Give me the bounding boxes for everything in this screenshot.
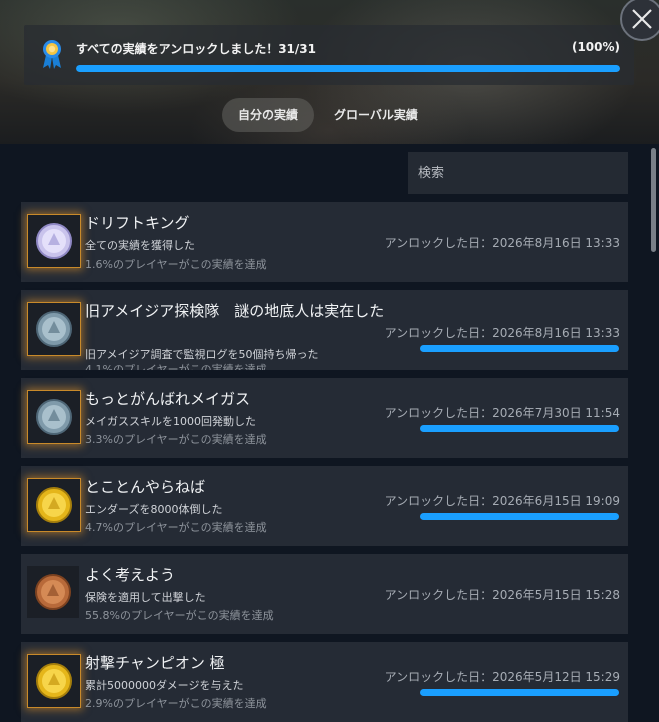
achievement-item[interactable]: よく考えよう 保険を適用して出撃した 55.8%のプレイヤーがこの実績を達成 ア…	[21, 554, 628, 634]
achievements-header: すべての実績をアンロックしました！31/31 (100%) 自分の実績 グローバ…	[0, 0, 659, 144]
achievement-progress-bar	[420, 345, 619, 352]
achievement-item[interactable]: ドリフトキング 全ての実績を獲得した 1.6%のプレイヤーがこの実績を達成 アン…	[21, 202, 628, 282]
achievement-title: もっとがんばれメイガス	[85, 390, 251, 408]
achievement-global-percent: 2.9%のプレイヤーがこの実績を達成	[85, 697, 267, 710]
overall-progress-bar	[76, 65, 620, 72]
overall-progress-text: すべての実績をアンロックしました！31/31	[76, 42, 316, 56]
scrollbar-thumb[interactable]	[651, 148, 656, 252]
achievement-icon-frame	[27, 478, 81, 532]
close-icon	[632, 9, 652, 29]
overall-progress-panel: すべての実績をアンロックしました！31/31 (100%)	[24, 25, 634, 85]
achievement-global-percent: 3.3%のプレイヤーがこの実績を達成	[85, 433, 267, 446]
achievement-unlock-date: アンロックした日：2026年5月15日 15:28	[384, 588, 620, 602]
achievement-title: 射撃チャンピオン 極	[85, 654, 225, 672]
achievement-unlock-date: アンロックした日：2026年6月15日 19:09	[384, 494, 620, 508]
achievement-icon-frame	[27, 302, 81, 356]
award-ribbon-icon	[43, 40, 61, 69]
achievement-global-percent: 55.8%のプレイヤーがこの実績を達成	[85, 609, 274, 622]
achievement-title: ドリフトキング	[85, 214, 190, 232]
achievement-global-percent: 4.7%のプレイヤーがこの実績を達成	[85, 521, 267, 534]
achievement-item[interactable]: 旧アメイジア探検隊 謎の地底人は実在した 旧アメイジア調査で監視ログを50個持ち…	[21, 290, 628, 370]
diamond-medal-icon	[36, 223, 72, 259]
achievement-title: よく考えよう	[85, 566, 176, 584]
achievement-description: 旧アメイジア調査で監視ログを50個持ち帰った	[85, 348, 319, 361]
tab-global-achievements[interactable]: グローバル実績	[318, 98, 434, 132]
achievement-item[interactable]: 射撃チャンピオン 極 累計5000000ダメージを与えた 2.9%のプレイヤーが…	[21, 642, 628, 722]
silver-medal-icon	[36, 311, 72, 347]
close-button[interactable]	[620, 0, 659, 41]
tab-my-achievements[interactable]: 自分の実績	[222, 98, 315, 132]
achievement-description: 全ての実績を獲得した	[85, 239, 195, 252]
overall-progress-percent: (100%)	[571, 40, 620, 54]
achievement-progress-bar	[420, 689, 619, 696]
achievement-description: 累計5000000ダメージを与えた	[85, 679, 244, 692]
gold-medal-icon	[36, 663, 72, 699]
achievement-icon-frame	[27, 566, 79, 618]
achievement-unlock-date: アンロックした日：2026年8月16日 13:33	[384, 326, 620, 340]
gold-medal-icon	[36, 487, 72, 523]
achievement-global-percent: 4.1%のプレイヤーがこの実績を達成	[85, 363, 267, 370]
achievement-unlock-date: アンロックした日：2026年7月30日 11:54	[384, 406, 620, 420]
search-input[interactable]	[408, 152, 628, 194]
achievement-icon-frame	[27, 214, 81, 268]
achievement-description: エンダーズを8000体倒した	[85, 503, 223, 516]
achievement-item[interactable]: もっとがんばれメイガス メイガススキルを1000回発動した 3.3%のプレイヤー…	[21, 378, 628, 458]
achievement-progress-bar	[420, 425, 619, 432]
achievement-icon-frame	[27, 390, 81, 444]
bronze-medal-icon	[35, 574, 71, 610]
overall-progress-fill	[76, 65, 620, 72]
achievement-global-percent: 1.6%のプレイヤーがこの実績を達成	[85, 258, 267, 271]
achievement-unlock-date: アンロックした日：2026年8月16日 13:33	[384, 236, 620, 250]
silver-medal-icon	[36, 399, 72, 435]
achievement-title: 旧アメイジア探検隊 謎の地底人は実在した	[85, 302, 385, 320]
achievement-title: とことんやらねば	[85, 478, 206, 496]
achievement-description: 保険を適用して出撃した	[85, 591, 206, 604]
achievement-unlock-date: アンロックした日：2026年5月12日 15:29	[384, 670, 620, 684]
achievement-progress-bar	[420, 513, 619, 520]
achievement-item[interactable]: とことんやらねば エンダーズを8000体倒した 4.7%のプレイヤーがこの実績を…	[21, 466, 628, 546]
achievement-description: メイガススキルを1000回発動した	[85, 415, 256, 428]
